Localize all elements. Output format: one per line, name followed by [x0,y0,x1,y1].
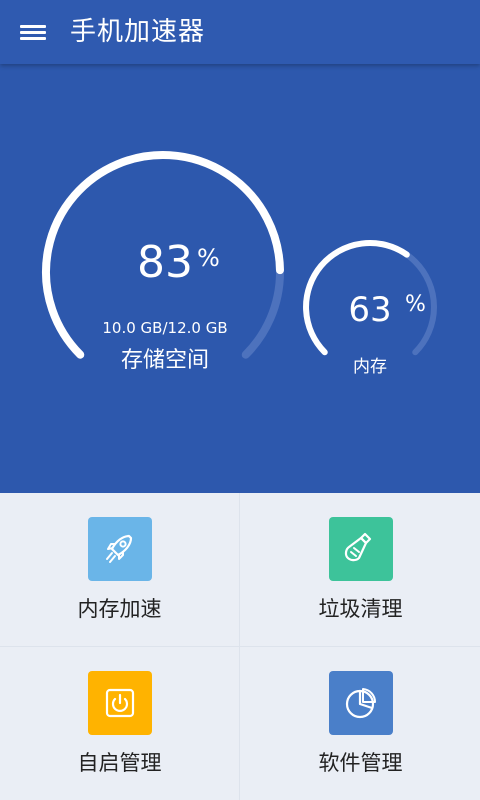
broom-icon [329,517,393,581]
rocket-icon [88,517,152,581]
power-icon [88,671,152,735]
tile-memory-boost[interactable]: 内存加速 [0,493,239,646]
tile-label: 自启管理 [77,751,162,775]
storage-label: 存储空间 [120,348,209,373]
tile-autostart-manage[interactable]: 自启管理 [0,647,239,800]
tile-junk-clean[interactable]: 垃圾清理 [241,493,480,646]
tile-app-manage[interactable]: 软件管理 [241,647,480,800]
storage-percent: 83 [137,237,193,288]
pie-chart-icon [329,671,393,735]
usage-panel: 83 % 10.0 GB/12.0 GB 存储空间 63 % 内存 [0,64,480,493]
storage-usage: 10.0 GB/12.0 GB [102,319,228,337]
storage-percent-sign: % [197,244,220,272]
tile-label: 内存加速 [77,597,162,621]
feature-grid: 内存加速 垃圾清理 自启管理 软件管理 [0,493,480,800]
tile-label: 软件管理 [318,751,403,775]
grid-divider-horizontal [0,646,480,647]
app-title: 手机加速器 [70,17,206,47]
memory-percent-sign: % [405,292,426,317]
menu-icon[interactable] [16,18,52,46]
tile-label: 垃圾清理 [318,597,403,621]
app-bar: 手机加速器 [0,0,480,64]
memory-label: 内存 [353,357,387,377]
